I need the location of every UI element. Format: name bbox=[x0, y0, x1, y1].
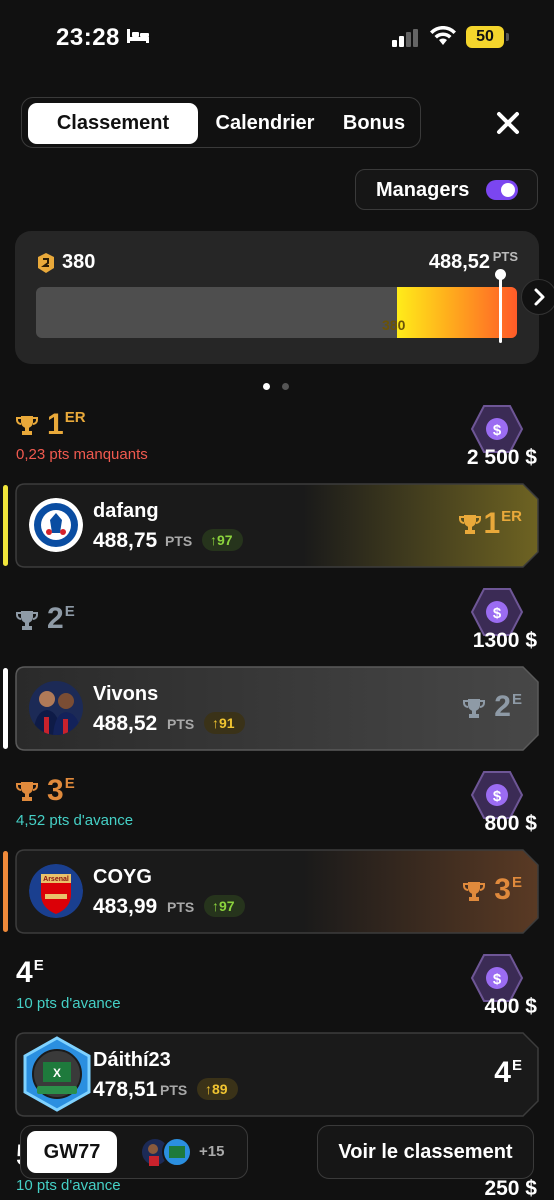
spreadsheet-fc-badge-icon: X bbox=[23, 1036, 91, 1112]
tab-classement[interactable]: Classement bbox=[28, 103, 198, 144]
progress-bar-label: 380 bbox=[382, 317, 406, 333]
tab-bar: Classement Calendrier Bonus bbox=[21, 97, 421, 148]
card-background bbox=[15, 666, 539, 751]
prize-amount: 1300 $ bbox=[472, 629, 537, 652]
arrow-up-icon: ↑ bbox=[205, 1081, 212, 1097]
avatar bbox=[29, 498, 83, 552]
manager-card-dafang[interactable]: dafang 488,75 PTS ↑97 1ER bbox=[3, 483, 539, 568]
tier-gap: 0,23 pts manquants bbox=[16, 446, 148, 463]
manager-points: 478,51 bbox=[93, 1078, 158, 1101]
accent-bar bbox=[3, 668, 8, 749]
svg-text:X: X bbox=[53, 1066, 61, 1080]
rank-change-badge: ↑97 bbox=[202, 529, 243, 551]
current-points-marker-dot bbox=[495, 269, 506, 280]
svg-text:Arsenal: Arsenal bbox=[43, 876, 69, 883]
arrow-up-icon: ↑ bbox=[212, 715, 219, 731]
tier-gap: 10 pts d'avance bbox=[16, 1177, 121, 1194]
manager-card-vivons[interactable]: Vivons 488,52 PTS ↑91 2E bbox=[3, 666, 539, 751]
card-background bbox=[15, 849, 539, 934]
card-rank: 4E bbox=[494, 1056, 522, 1089]
rank-change-badge: ↑89 bbox=[197, 1078, 238, 1100]
tier-gap: 4,52 pts d'avance bbox=[16, 812, 134, 829]
points-unit: PTS bbox=[167, 716, 195, 732]
points-unit: PTS bbox=[492, 249, 518, 264]
my-points: 488,52 bbox=[428, 251, 490, 273]
progress-bar bbox=[36, 287, 517, 338]
managers-label: Managers bbox=[376, 179, 470, 201]
status-bar: 23:28 50 bbox=[0, 0, 554, 70]
points-unit: PTS bbox=[167, 899, 195, 915]
cellular-signal-icon bbox=[392, 29, 418, 47]
league-coin-icon bbox=[38, 253, 54, 273]
manager-name: dafang bbox=[93, 500, 159, 522]
points-unit: PTS bbox=[160, 1082, 188, 1098]
arrow-up-icon: ↑ bbox=[210, 532, 217, 548]
manager-card-coyg[interactable]: Arsenal COYG 483,99 PTS ↑97 3E bbox=[3, 849, 539, 934]
prize-amount: 400 $ bbox=[484, 995, 537, 1018]
trophy-gold-icon bbox=[16, 416, 38, 435]
arsenal-crest-icon: Arsenal bbox=[29, 864, 83, 918]
tab-bonus[interactable]: Bonus bbox=[332, 103, 416, 144]
manager-name: Dáithí23 bbox=[93, 1049, 171, 1071]
prize-amount: 800 $ bbox=[484, 812, 537, 835]
clock: 23:28 bbox=[56, 24, 120, 51]
carousel-dot[interactable] bbox=[282, 383, 290, 390]
tier-rank: 3E bbox=[47, 774, 75, 807]
accent-bar bbox=[3, 851, 8, 932]
manager-name: Vivons bbox=[93, 683, 159, 705]
player-photo-icon bbox=[29, 681, 83, 735]
svg-text:$: $ bbox=[493, 422, 502, 439]
chelsea-crest-icon bbox=[29, 498, 83, 552]
tier-rank: 1ER bbox=[47, 408, 86, 441]
tab-calendrier[interactable]: Calendrier bbox=[198, 103, 332, 144]
wifi-icon bbox=[430, 26, 456, 45]
manager-points: 488,52 bbox=[93, 712, 158, 735]
points-progress-card: 380 488,52 PTS 380 bbox=[15, 231, 539, 364]
tier-rank: 4E bbox=[16, 956, 44, 989]
carousel-dots bbox=[263, 377, 297, 395]
sleep-bed-icon bbox=[127, 29, 149, 43]
trophy-silver-icon bbox=[16, 611, 38, 630]
gameweek-selector[interactable]: GW77 +15 bbox=[20, 1125, 248, 1179]
card-rank: 1ER bbox=[483, 507, 522, 540]
participant-avatars-icon bbox=[140, 1137, 192, 1167]
threshold-points: 380 bbox=[62, 251, 96, 273]
svg-text:$: $ bbox=[493, 971, 502, 988]
managers-toggle[interactable] bbox=[486, 180, 518, 200]
trophy-bronze-icon bbox=[463, 882, 485, 901]
current-points-marker bbox=[499, 271, 502, 343]
chevron-right-icon bbox=[534, 288, 545, 306]
tier-rank: 2E bbox=[47, 602, 75, 635]
svg-text:$: $ bbox=[493, 788, 502, 805]
manager-card-daithi23[interactable]: X Dáithí23 478,51 PTS ↑89 4E bbox=[15, 1032, 539, 1117]
avatar bbox=[29, 681, 83, 735]
trophy-gold-icon bbox=[459, 515, 481, 534]
accent-bar bbox=[3, 485, 8, 566]
trophy-bronze-icon bbox=[16, 782, 38, 801]
manager-points: 488,75 bbox=[93, 529, 158, 552]
managers-toggle-row[interactable]: Managers bbox=[355, 169, 538, 210]
close-icon[interactable] bbox=[493, 108, 523, 138]
gameweek-button[interactable]: GW77 bbox=[27, 1131, 117, 1173]
avatar: Arsenal bbox=[29, 864, 83, 918]
tier-gap: 10 pts d'avance bbox=[16, 995, 121, 1012]
card-rank: 3E bbox=[494, 873, 522, 906]
battery-icon: 50 bbox=[466, 26, 509, 48]
view-ranking-button[interactable]: Voir le classement bbox=[317, 1125, 534, 1179]
card-rank: 2E bbox=[494, 690, 522, 723]
prize-amount: 2 500 $ bbox=[466, 446, 537, 469]
manager-name: COYG bbox=[93, 866, 152, 888]
points-unit: PTS bbox=[165, 533, 193, 549]
more-participants-count: +15 bbox=[199, 1143, 225, 1160]
rank-change-badge: ↑97 bbox=[204, 895, 245, 917]
next-page-button[interactable] bbox=[521, 279, 554, 315]
trophy-silver-icon bbox=[463, 699, 485, 718]
prize-amount: 250 $ bbox=[484, 1177, 537, 1200]
carousel-dot-active[interactable] bbox=[263, 383, 270, 390]
arrow-up-icon: ↑ bbox=[212, 898, 219, 914]
svg-text:$: $ bbox=[493, 605, 502, 622]
manager-points: 483,99 bbox=[93, 895, 158, 918]
rank-change-badge: ↑91 bbox=[204, 712, 245, 734]
